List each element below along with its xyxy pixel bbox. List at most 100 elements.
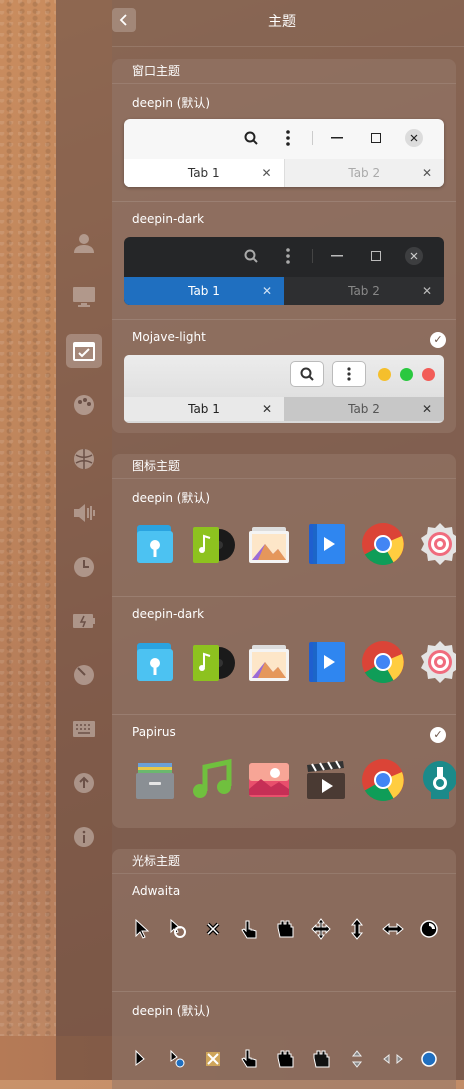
settings-icon <box>421 641 456 683</box>
tab-1: Tab 1 ✕ <box>124 397 284 421</box>
close-icon <box>405 247 423 265</box>
resize-vertical-cursor-icon <box>350 918 364 940</box>
window-preview-light: Tab 1 ✕ Tab 2 ✕ <box>124 119 444 187</box>
maximize-icon <box>371 251 381 261</box>
maximize-dot-icon <box>400 367 413 381</box>
close-icon: ✕ <box>421 284 432 298</box>
image-viewer-icon <box>249 763 289 797</box>
theme-label: deepin (默认) <box>132 1004 211 1018</box>
search-icon <box>290 361 324 387</box>
network-icon[interactable] <box>66 442 102 476</box>
close-dot-icon <box>422 367 435 381</box>
file-manager-icon <box>136 763 174 799</box>
keyboard-icon[interactable] <box>66 712 102 746</box>
settings-icon <box>423 761 456 799</box>
arrow-cursor-icon <box>135 1049 145 1066</box>
file-manager-icon <box>137 643 173 681</box>
close-icon: ✕ <box>421 166 432 180</box>
time-icon[interactable] <box>66 550 102 584</box>
sidebar <box>56 0 112 1080</box>
busy-cursor-icon <box>170 1049 185 1068</box>
image-viewer-icon <box>249 527 289 563</box>
theme-item-mojave-light[interactable]: Mojave-light ✓ Tab 1 ✕ Tab 2 ✕ <box>112 320 456 433</box>
chrome-icon <box>362 759 404 802</box>
close-icon: ✕ <box>261 284 272 298</box>
movie-icon <box>309 524 345 564</box>
menu-icon <box>286 248 290 264</box>
tab-1: Tab 1 ✕ <box>124 277 284 305</box>
section-header: 图标主题 <box>112 454 456 479</box>
forbidden-cursor-icon <box>206 922 220 936</box>
drag-cursor-icon <box>313 1050 330 1068</box>
theme-label: deepin-dark <box>132 212 205 226</box>
file-manager-icon <box>137 525 173 563</box>
settings-icon <box>421 523 456 565</box>
theme-item-deepin[interactable]: deepin (默认) Tab 1 ✕ Tab 2 ✕ <box>112 84 456 202</box>
tab-2: Tab 2 ✕ <box>348 166 432 180</box>
theme-label: deepin-dark <box>132 607 205 621</box>
mouse-icon[interactable] <box>66 658 102 692</box>
settings-panel: 主题 窗口主题 deepin (默认) Tab 1 ✕ Tab 2 ✕ deep… <box>112 0 464 1089</box>
move-cursor-icon <box>311 918 331 940</box>
menu-icon <box>332 361 366 387</box>
section-header: 光标主题 <box>112 849 456 874</box>
resize-vertical-cursor-icon <box>351 1050 363 1068</box>
cursor-theme-item-adwaita[interactable]: Adwaita <box>112 874 456 992</box>
close-icon: ✕ <box>421 402 432 416</box>
chrome-icon <box>362 523 404 566</box>
section-header: 窗口主题 <box>112 59 456 84</box>
personalization-icon[interactable] <box>66 334 102 368</box>
wait-cursor-icon <box>421 1051 437 1067</box>
resize-horizontal-cursor-icon <box>383 1053 403 1065</box>
music-icon <box>193 527 235 563</box>
tab-2: Tab 2 ✕ <box>348 402 432 416</box>
close-icon: ✕ <box>261 402 272 416</box>
power-icon[interactable] <box>66 604 102 638</box>
forbidden-cursor-icon <box>206 1052 220 1066</box>
icon-theme-item-deepin-dark[interactable]: deepin-dark <box>112 597 456 715</box>
window-preview-mojave: Tab 1 ✕ Tab 2 ✕ <box>124 355 444 423</box>
arrow-cursor-icon <box>135 918 150 939</box>
icon-theme-item-deepin[interactable]: deepin (默认) <box>112 479 456 597</box>
resize-horizontal-cursor-icon <box>382 922 404 936</box>
page-title: 主题 <box>268 14 296 30</box>
music-icon <box>193 758 232 798</box>
hand-pointer-cursor-icon <box>241 1049 257 1068</box>
close-icon: ✕ <box>261 166 272 180</box>
theme-label: Mojave-light <box>132 330 206 344</box>
cursor-theme-section: 光标主题 Adwaita deepin (默认) <box>112 849 456 1089</box>
update-icon[interactable] <box>66 766 102 800</box>
sound-icon[interactable] <box>66 496 102 530</box>
selected-check-icon: ✓ <box>430 332 446 348</box>
theme-label: deepin (默认) <box>132 491 211 505</box>
search-icon <box>244 249 258 263</box>
movie-icon <box>307 760 345 799</box>
icon-theme-section: 图标主题 deepin (默认) deepin-dark Papirus ✓ <box>112 454 456 828</box>
tab-1: Tab 1 ✕ <box>124 159 285 187</box>
minimize-dot-icon <box>378 367 391 381</box>
display-icon[interactable] <box>66 280 102 314</box>
icon-theme-item-papirus[interactable]: Papirus ✓ <box>112 715 456 828</box>
desktop-wallpaper <box>0 0 56 1080</box>
wait-cursor-icon <box>420 920 438 938</box>
movie-icon <box>309 642 345 682</box>
grab-cursor-icon <box>277 920 294 938</box>
image-viewer-icon <box>249 645 289 681</box>
hand-pointer-cursor-icon <box>241 920 257 939</box>
selected-check-icon: ✓ <box>430 727 446 743</box>
search-icon <box>244 131 258 145</box>
music-icon <box>193 645 235 681</box>
info-icon[interactable] <box>66 820 102 854</box>
tab-2: Tab 2 ✕ <box>348 284 432 298</box>
theme-item-deepin-dark[interactable]: deepin-dark Tab 1 ✕ Tab 2 ✕ <box>112 202 456 320</box>
theme-label: Adwaita <box>132 884 181 898</box>
maximize-icon <box>371 133 381 143</box>
chrome-icon <box>362 641 404 684</box>
account-icon[interactable] <box>66 226 102 260</box>
palette-icon[interactable] <box>66 388 102 422</box>
theme-label: deepin (默认) <box>132 96 211 110</box>
theme-label: Papirus <box>132 725 176 739</box>
grab-cursor-icon <box>277 1050 294 1068</box>
cursor-theme-item-deepin[interactable]: deepin (默认) <box>112 992 456 1089</box>
close-icon <box>405 129 423 147</box>
